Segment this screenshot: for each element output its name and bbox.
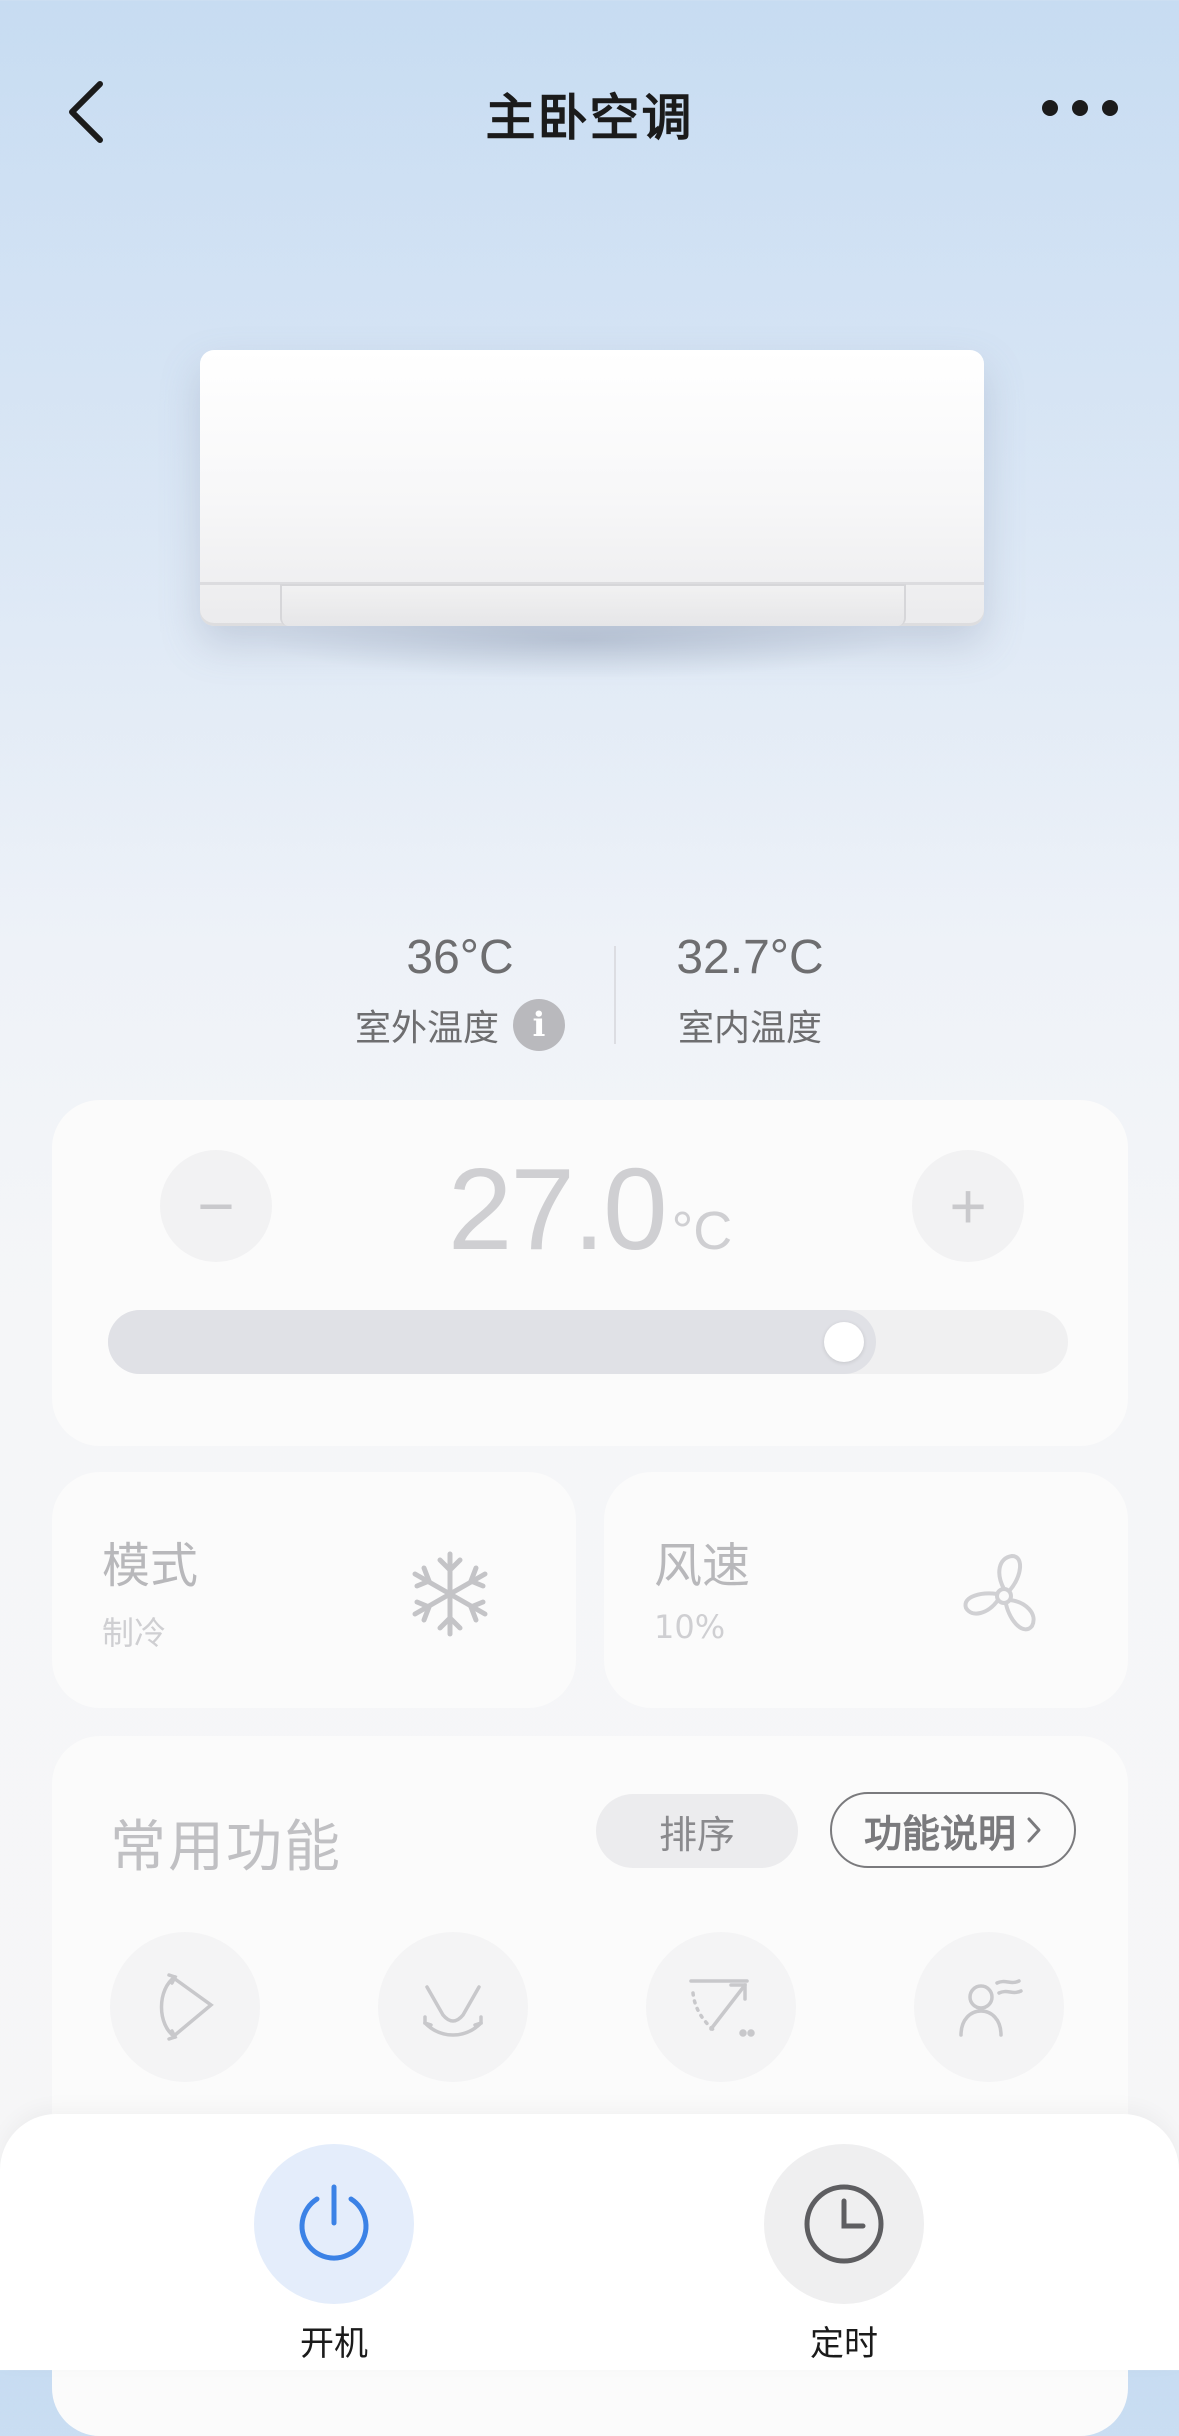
temperature-slider-handle[interactable] [824, 1322, 864, 1362]
wind-speed-card[interactable]: 风速 10% [604, 1472, 1128, 1708]
sort-button[interactable]: 排序 [596, 1794, 798, 1868]
set-temperature-unit: °C [671, 1201, 733, 1261]
page-title: 主卧空调 [485, 89, 694, 147]
function-wind-avoid-person[interactable] [914, 1932, 1064, 2082]
indoor-temperature-label: 室内温度 [677, 1008, 822, 1049]
function-swing-horizontal[interactable] [378, 1932, 528, 2082]
airflow-direction-icon [689, 1979, 755, 2037]
swing-vertical-icon [159, 1973, 214, 2041]
mode-value: 制冷 [102, 1614, 167, 1652]
power-icon [299, 2184, 369, 2261]
indoor-temperature: 32.7°C 室内温度 [640, 930, 860, 1051]
timer-label: 定时 [810, 2324, 878, 2364]
ac-unit-image [200, 350, 984, 626]
wind-avoid-person-icon [959, 1979, 1023, 2037]
temperature-control-card: − 27.0 °C + [52, 1100, 1128, 1446]
more-button[interactable] [1035, 88, 1125, 128]
power-button[interactable] [254, 2144, 414, 2304]
wind-speed-title: 风速 [654, 1538, 751, 1594]
clock-icon [804, 2184, 884, 2264]
power-label: 开机 [300, 2324, 368, 2364]
mode-title: 模式 [102, 1538, 199, 1594]
temperature-slider[interactable] [108, 1310, 1068, 1374]
snowflake-icon [412, 1551, 488, 1637]
increase-temperature-button[interactable]: + [912, 1150, 1024, 1262]
function-airflow-direction[interactable] [646, 1932, 796, 2082]
common-functions-title: 常用功能 [110, 1815, 342, 1880]
info-icon[interactable]: i [513, 999, 565, 1051]
outdoor-temperature-label: 室外温度 [354, 1008, 499, 1049]
fan-icon [963, 1554, 1036, 1632]
timer-button[interactable] [764, 2144, 924, 2304]
chevron-right-icon [1027, 1817, 1041, 1843]
outdoor-temperature: 36°C 室外温度 i [330, 930, 590, 1051]
wind-speed-value: 10% [654, 1608, 726, 1646]
temperature-slider-fill [108, 1310, 876, 1374]
indoor-temperature-value: 32.7°C [676, 931, 824, 984]
function-help-button[interactable]: 功能说明 [830, 1792, 1076, 1868]
temperature-divider [614, 946, 616, 1044]
function-swing-vertical[interactable] [110, 1932, 260, 2082]
function-help-label: 功能说明 [863, 1811, 1016, 1856]
mode-card[interactable]: 模式 制冷 [52, 1472, 576, 1708]
outdoor-temperature-value: 36°C [406, 931, 514, 984]
more-dots-icon [1042, 100, 1118, 116]
swing-horizontal-icon [423, 1985, 483, 2037]
bottom-action-bar: 开机 定时 [0, 2114, 1179, 2370]
set-temperature-value: 27.0 [447, 1144, 668, 1274]
